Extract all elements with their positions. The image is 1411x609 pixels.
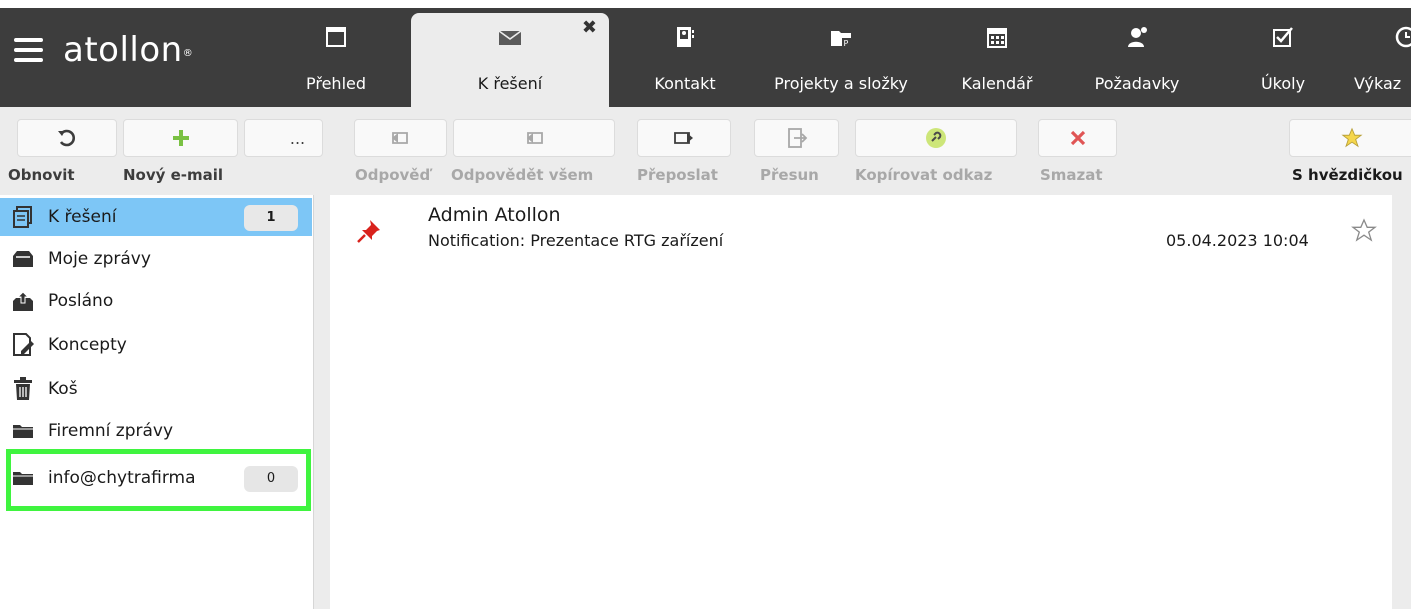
selection-highlight-box bbox=[6, 449, 311, 511]
more-glyph: ... bbox=[289, 128, 306, 148]
new-email-label[interactable]: Nový e-mail bbox=[123, 165, 223, 185]
starred-filter-label[interactable]: S hvězdičkou bbox=[1292, 165, 1403, 185]
calendar-icon bbox=[987, 28, 1007, 48]
sidebar-item-moje-zpravy[interactable]: Moje zprávy bbox=[0, 240, 312, 278]
sidebar-item-koncepty[interactable]: Koncepty bbox=[0, 326, 312, 364]
tab-label: Požadavky bbox=[1094, 74, 1180, 93]
project-folder-icon: P bbox=[831, 31, 851, 48]
folder-name: K řešení bbox=[48, 207, 117, 227]
folder-name: Koncepty bbox=[48, 335, 127, 355]
message-sender: Admin Atollon bbox=[428, 204, 561, 226]
move-label[interactable]: Přesun bbox=[760, 165, 819, 185]
move-button[interactable] bbox=[754, 119, 839, 157]
folder-sidebar: K řešení 1 Moje zprávy Posláno Koncepty … bbox=[0, 195, 314, 609]
brand: atollon® bbox=[14, 30, 193, 70]
message-date: 05.04.2023 10:04 bbox=[1166, 231, 1309, 250]
tab-ukoly[interactable]: Úkoly bbox=[1238, 8, 1328, 107]
folder-name: Posláno bbox=[48, 291, 114, 311]
folder-name: Koš bbox=[48, 379, 78, 399]
outbox-icon bbox=[10, 290, 36, 312]
checkbox-icon bbox=[1273, 27, 1293, 47]
delete-button[interactable] bbox=[1038, 119, 1117, 157]
tab-label: Projekty a složky bbox=[774, 74, 908, 93]
inbox-tray-icon bbox=[10, 206, 36, 228]
tab-pozadavky[interactable]: Požadavky bbox=[1082, 8, 1192, 107]
delete-label[interactable]: Smazat bbox=[1040, 165, 1103, 185]
reply-icon bbox=[391, 132, 408, 144]
tab-label: Výkaz bbox=[1354, 74, 1402, 93]
panel-divider[interactable] bbox=[314, 195, 330, 609]
folder-icon bbox=[10, 420, 36, 442]
forward-button[interactable] bbox=[637, 119, 731, 157]
forward-label[interactable]: Přeposlat bbox=[637, 165, 718, 185]
copy-link-button[interactable] bbox=[855, 119, 1017, 157]
toolbar: ... Obnovit Nový e-mail Odpověď Odpovědě… bbox=[0, 107, 1411, 195]
reply-label[interactable]: Odpověď bbox=[355, 165, 430, 185]
unread-count-badge: 1 bbox=[244, 205, 298, 231]
move-icon bbox=[787, 128, 807, 148]
clock-icon bbox=[1395, 26, 1411, 48]
folder-name: Moje zprávy bbox=[48, 249, 151, 269]
sidebar-item-firemni-zpravy[interactable]: Firemní zprávy bbox=[0, 412, 312, 450]
sidebar-item-poslano[interactable]: Posláno bbox=[0, 282, 312, 320]
folder-name: Firemní zprávy bbox=[48, 421, 174, 441]
top-navigation-bar: atollon® Přehled ✖ K řešení Kontakt P Pr… bbox=[0, 8, 1411, 107]
mailbox-icon bbox=[10, 248, 36, 270]
tab-kontakt[interactable]: Kontakt bbox=[637, 8, 733, 107]
refresh-label[interactable]: Obnovit bbox=[8, 165, 75, 185]
tab-label: K řešení bbox=[477, 74, 543, 93]
mail-icon bbox=[498, 30, 522, 45]
star-outline-icon[interactable] bbox=[1351, 218, 1377, 244]
refresh-icon bbox=[58, 129, 75, 147]
draft-icon bbox=[10, 333, 36, 356]
tab-vykaz[interactable]: Výkaz bbox=[1346, 8, 1411, 107]
pin-icon[interactable] bbox=[356, 218, 382, 244]
tab-k-reseni[interactable]: ✖ K řešení bbox=[411, 13, 609, 107]
message-list bbox=[330, 195, 1392, 609]
reply-all-icon bbox=[527, 132, 543, 144]
reply-button[interactable] bbox=[354, 119, 447, 157]
new-email-button[interactable] bbox=[123, 119, 238, 157]
tab-kalendar[interactable]: Kalendář bbox=[951, 8, 1043, 107]
more-actions-button[interactable]: ... bbox=[244, 119, 323, 157]
copy-link-label[interactable]: Kopírovat odkaz bbox=[855, 165, 992, 185]
message-subject: Notification: Prezentace RTG zařízení bbox=[428, 231, 724, 250]
tab-projekty-a-slozky[interactable]: P Projekty a složky bbox=[760, 8, 922, 107]
logo-text: atollon bbox=[63, 30, 183, 70]
refresh-button[interactable] bbox=[17, 119, 117, 157]
window-icon bbox=[326, 27, 346, 47]
scrollbar-track[interactable] bbox=[1392, 195, 1411, 609]
reply-all-button[interactable] bbox=[453, 119, 615, 157]
link-icon bbox=[926, 128, 946, 148]
reply-all-label[interactable]: Odpovědět všem bbox=[451, 165, 593, 185]
forward-icon bbox=[674, 132, 693, 144]
atollon-logo[interactable]: atollon® bbox=[63, 30, 193, 70]
svg-text:P: P bbox=[844, 39, 849, 48]
tab-label: Kontakt bbox=[654, 74, 716, 93]
hamburger-menu-icon[interactable] bbox=[14, 38, 43, 62]
user-request-icon bbox=[1128, 27, 1147, 47]
plus-icon bbox=[172, 130, 189, 146]
contact-book-icon bbox=[677, 27, 694, 47]
logo-registered-mark: ® bbox=[182, 48, 194, 59]
tab-label: Úkoly bbox=[1260, 74, 1306, 93]
tab-label: Kalendář bbox=[961, 74, 1033, 93]
sidebar-item-k-reseni[interactable]: K řešení 1 bbox=[0, 198, 312, 236]
delete-x-icon bbox=[1070, 130, 1085, 146]
close-tab-icon[interactable]: ✖ bbox=[582, 19, 597, 37]
starred-filter-button[interactable] bbox=[1289, 119, 1411, 157]
tab-prehled[interactable]: Přehled bbox=[292, 8, 380, 107]
tab-label: Přehled bbox=[305, 74, 367, 93]
star-filled-icon bbox=[1341, 127, 1363, 148]
sidebar-item-kos[interactable]: Koš bbox=[0, 370, 312, 408]
trash-icon bbox=[10, 377, 36, 400]
